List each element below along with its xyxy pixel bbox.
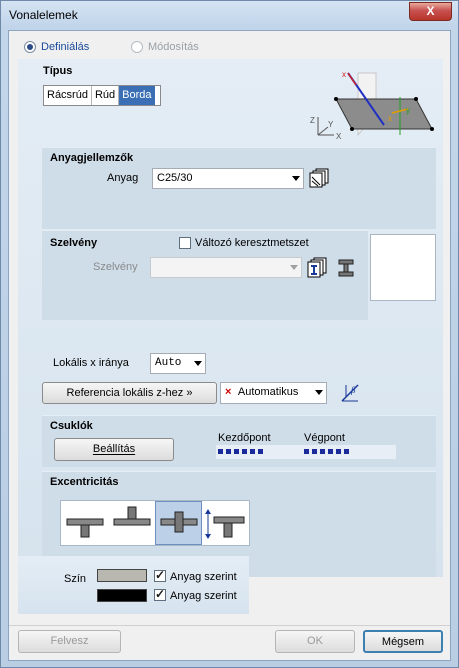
eccentricity-custom-icon <box>205 509 245 539</box>
material-value: C25/30 <box>157 172 193 184</box>
color-by-material-checkbox-2[interactable] <box>154 587 166 601</box>
type-option-rud[interactable]: Rúd <box>92 86 120 105</box>
cancel-button[interactable]: Mégsem <box>363 630 443 653</box>
color-by-material-label-1: Anyag szerint <box>170 571 237 583</box>
axis-y-label: Y <box>328 120 334 129</box>
reference-local-z-button[interactable]: Referencia lokális z-hez » <box>42 382 217 404</box>
rotation-angle-icon[interactable]: β <box>338 381 362 405</box>
local-x-value: Auto <box>155 357 182 369</box>
hinge-end-dofs[interactable] <box>304 449 349 455</box>
eccentricity-option-below[interactable] <box>61 501 108 545</box>
close-button[interactable]: X <box>409 2 452 21</box>
hinges-section: Csuklók Beállítás Kezdőpont Végpont <box>42 415 436 467</box>
cross-section-title: Szelvény <box>50 237 98 249</box>
color-swatch-primary[interactable] <box>97 569 147 582</box>
close-icon: X <box>426 4 435 18</box>
eccentricity-option-above[interactable] <box>108 501 155 545</box>
material-label: Anyag <box>107 172 139 184</box>
cross-section-select[interactable] <box>150 257 302 278</box>
define-radio[interactable]: Definiálás <box>24 41 89 53</box>
section-library-icon[interactable] <box>306 256 328 280</box>
eccentricity-option-center[interactable] <box>155 501 202 545</box>
add-button-label: Felvesz <box>50 635 89 647</box>
svg-text:β: β <box>350 385 356 395</box>
dialog-window: Vonalelemek X Definiálás Módosítás Típus… <box>0 0 459 668</box>
color-by-material-checkbox-1[interactable] <box>154 568 166 582</box>
modify-radio-icon <box>131 41 143 53</box>
color-by-material-label-2: Anyag szerint <box>170 590 237 602</box>
local-x-label: x <box>342 70 346 79</box>
eccentricity-center-icon <box>160 511 198 533</box>
hinges-title: Csuklók <box>50 420 93 432</box>
footer-divider <box>9 625 450 626</box>
cross-section-section: Szelvény Változó keresztmetszet Szelvény <box>42 230 368 320</box>
main-panel: Típus Rácsrúd Rúd Borda Z Y X x y x Anya… <box>18 59 443 577</box>
reference-z-value: Automatikus <box>237 386 299 398</box>
hinge-start-dofs[interactable] <box>218 449 263 455</box>
eccentricity-below-icon <box>66 518 104 538</box>
type-segmented-control[interactable]: Rácsrúd Rúd Borda <box>43 85 161 106</box>
chevron-down-icon <box>290 265 298 270</box>
chevron-down-icon <box>315 390 323 395</box>
variable-cross-section-label: Változó keresztmetszet <box>195 237 309 249</box>
color-label: Szín <box>64 573 87 585</box>
eccentricity-above-icon <box>113 506 151 526</box>
cancel-button-label: Mégsem <box>381 636 425 648</box>
local-x2-label: x <box>388 114 392 123</box>
eccentricity-title: Excentricitás <box>50 476 119 488</box>
material-library-icon[interactable] <box>308 167 330 189</box>
reference-marker-icon: × <box>225 386 232 398</box>
type-option-borda[interactable]: Borda <box>119 86 155 105</box>
chevron-down-icon <box>194 361 202 366</box>
section-preview <box>370 234 436 301</box>
material-title: Anyagjellemzők <box>50 152 134 164</box>
color-swatch-secondary[interactable] <box>97 589 147 602</box>
cross-section-field-label: Szelvény <box>93 261 138 273</box>
reference-local-z-label: Referencia lokális z-hez » <box>66 387 193 399</box>
local-x-select[interactable]: Auto <box>150 353 206 374</box>
material-select[interactable]: C25/30 <box>152 168 304 189</box>
variable-cross-section-checkbox[interactable] <box>179 237 191 249</box>
hinges-settings-button[interactable]: Beállítás <box>54 438 174 461</box>
type-option-racsrud[interactable]: Rácsrúd <box>44 86 92 105</box>
color-panel: Szín Anyag szerint Anyag szerint <box>18 556 249 614</box>
add-button[interactable]: Felvesz <box>18 630 121 653</box>
define-radio-icon <box>24 41 36 53</box>
hinges-settings-label: Beállítás <box>92 443 136 455</box>
hinges-start-label: Kezdőpont <box>218 432 271 444</box>
local-x-label: Lokális x iránya <box>53 357 129 369</box>
ok-button[interactable]: OK <box>275 630 355 653</box>
eccentricity-options <box>60 500 250 546</box>
modify-radio[interactable]: Módosítás <box>131 41 199 53</box>
hinges-end-label: Végpont <box>304 432 345 444</box>
axis-x-label: X <box>336 132 342 141</box>
chevron-down-icon <box>292 176 300 181</box>
i-beam-icon[interactable] <box>337 258 355 278</box>
rib-element-illustration: Z Y X x y x <box>310 70 434 141</box>
dialog-client: Definiálás Módosítás Típus Rácsrúd Rúd B… <box>8 30 451 661</box>
window-title: Vonalelemek <box>9 8 78 22</box>
eccentricity-option-custom[interactable] <box>202 501 249 545</box>
type-title: Típus <box>43 65 73 77</box>
define-radio-label: Definiálás <box>41 41 90 53</box>
axis-z-label: Z <box>310 116 315 125</box>
ok-button-label: OK <box>307 635 323 647</box>
local-y-label: y <box>406 106 410 115</box>
reference-z-select[interactable]: × Automatikus <box>220 382 327 404</box>
modify-radio-label: Módosítás <box>148 41 199 53</box>
title-bar: Vonalelemek X <box>1 1 458 29</box>
material-section: Anyagjellemzők Anyag C25/30 <box>42 147 436 229</box>
